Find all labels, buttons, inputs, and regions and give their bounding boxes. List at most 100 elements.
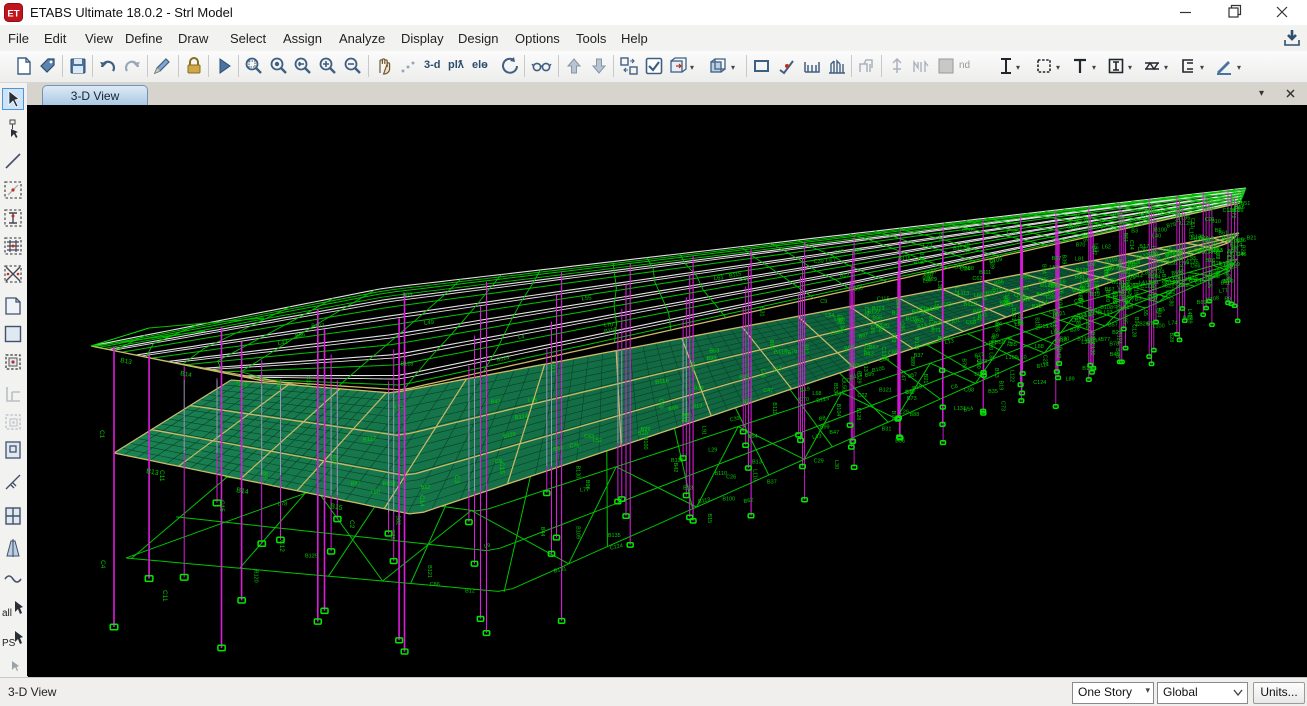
svg-text:B21: B21 xyxy=(937,232,943,242)
svg-text:L38: L38 xyxy=(936,281,942,290)
svg-text:B93: B93 xyxy=(707,356,717,362)
svg-text:B13: B13 xyxy=(693,404,703,410)
svg-text:L117: L117 xyxy=(549,361,555,373)
svg-text:B125: B125 xyxy=(1206,275,1212,288)
svg-text:C78: C78 xyxy=(389,530,395,540)
svg-text:C47: C47 xyxy=(763,388,773,394)
svg-text:B14: B14 xyxy=(1074,314,1085,322)
svg-text:B111: B111 xyxy=(979,270,991,276)
svg-text:C73: C73 xyxy=(1147,294,1157,300)
svg-text:C9: C9 xyxy=(495,459,502,465)
svg-text:L15: L15 xyxy=(395,405,404,411)
svg-text:B61: B61 xyxy=(1122,233,1128,243)
svg-text:L89: L89 xyxy=(1066,376,1075,382)
svg-text:C73: C73 xyxy=(1000,401,1006,411)
svg-text:C68: C68 xyxy=(966,320,976,326)
svg-text:L14: L14 xyxy=(1039,301,1048,307)
svg-text:B19: B19 xyxy=(1090,292,1100,298)
svg-text:L29: L29 xyxy=(900,409,909,415)
svg-text:L63: L63 xyxy=(1115,301,1121,310)
svg-text:C55: C55 xyxy=(863,307,869,317)
svg-text:C4: C4 xyxy=(1225,250,1231,257)
svg-text:B77: B77 xyxy=(1100,337,1110,343)
svg-text:L62: L62 xyxy=(1102,245,1111,251)
svg-text:L22: L22 xyxy=(1108,226,1117,232)
svg-text:B113: B113 xyxy=(671,458,683,464)
svg-text:L55: L55 xyxy=(581,295,592,302)
svg-text:ET: ET xyxy=(7,9,19,20)
svg-text:C15: C15 xyxy=(218,500,225,512)
svg-text:B126: B126 xyxy=(1076,268,1089,274)
svg-text:B128: B128 xyxy=(855,408,861,421)
svg-text:L40: L40 xyxy=(1152,233,1161,239)
svg-text:B89: B89 xyxy=(402,292,412,298)
svg-text:C21: C21 xyxy=(1164,283,1174,289)
svg-text:B9: B9 xyxy=(275,381,281,388)
svg-text:B12: B12 xyxy=(421,485,431,491)
svg-text:C124: C124 xyxy=(1033,380,1046,386)
svg-text:B129: B129 xyxy=(305,553,318,559)
svg-text:L73: L73 xyxy=(922,243,933,250)
svg-text:B118: B118 xyxy=(918,252,924,264)
svg-text:C115: C115 xyxy=(877,296,890,302)
svg-text:B85: B85 xyxy=(852,247,863,255)
svg-text:B94: B94 xyxy=(986,291,996,297)
svg-text:B51: B51 xyxy=(1118,217,1124,227)
svg-text:C82: C82 xyxy=(1165,290,1175,296)
svg-text:C70: C70 xyxy=(799,397,809,403)
svg-text:C14: C14 xyxy=(418,495,425,507)
svg-text:B111: B111 xyxy=(938,336,950,342)
svg-text:L99: L99 xyxy=(1178,266,1184,275)
svg-text:B28: B28 xyxy=(1168,333,1174,343)
svg-text:B79: B79 xyxy=(934,321,944,327)
svg-text:B12: B12 xyxy=(840,273,850,279)
svg-text:B15: B15 xyxy=(1212,261,1222,267)
svg-text:B70: B70 xyxy=(1076,243,1086,249)
svg-text:B85: B85 xyxy=(864,371,875,379)
svg-text:B67: B67 xyxy=(869,345,879,351)
svg-text:L50: L50 xyxy=(371,489,380,495)
svg-text:C4: C4 xyxy=(1208,206,1216,213)
svg-text:B19: B19 xyxy=(739,375,749,381)
svg-text:B12: B12 xyxy=(465,589,475,595)
svg-text:B14: B14 xyxy=(180,370,193,379)
svg-text:B121: B121 xyxy=(1010,308,1016,321)
svg-text:B78: B78 xyxy=(1213,269,1219,279)
svg-text:B47: B47 xyxy=(829,430,839,436)
svg-text:B100: B100 xyxy=(642,437,648,450)
svg-text:B47: B47 xyxy=(739,277,749,283)
svg-text:B100: B100 xyxy=(1154,227,1167,233)
svg-text:B13: B13 xyxy=(120,357,133,366)
svg-text:L77: L77 xyxy=(1214,250,1220,259)
svg-text:B11: B11 xyxy=(905,390,914,396)
svg-text:B82: B82 xyxy=(1179,283,1189,289)
svg-text:B21: B21 xyxy=(922,374,928,384)
svg-text:B88: B88 xyxy=(964,266,974,272)
svg-text:B106: B106 xyxy=(1034,317,1040,330)
svg-text:B34: B34 xyxy=(1155,210,1165,216)
svg-text:C1: C1 xyxy=(98,430,105,439)
svg-text:B19: B19 xyxy=(694,385,704,391)
svg-text:B15: B15 xyxy=(706,513,712,523)
svg-text:B96: B96 xyxy=(584,480,590,490)
svg-text:B101: B101 xyxy=(1227,239,1240,245)
svg-text:C47: C47 xyxy=(900,371,906,381)
svg-text:L9: L9 xyxy=(484,543,491,550)
svg-text:B78: B78 xyxy=(1166,222,1177,230)
svg-text:B76: B76 xyxy=(890,411,896,421)
svg-text:L52: L52 xyxy=(1087,261,1096,267)
svg-text:C60: C60 xyxy=(658,399,664,409)
svg-text:B53: B53 xyxy=(853,285,864,293)
svg-text:C129: C129 xyxy=(924,277,937,283)
svg-text:B85: B85 xyxy=(993,322,999,332)
svg-text:B56: B56 xyxy=(1167,261,1177,267)
svg-text:B43: B43 xyxy=(864,352,874,358)
svg-text:B53: B53 xyxy=(709,349,719,355)
svg-text:C11: C11 xyxy=(158,470,165,482)
svg-text:L80: L80 xyxy=(1084,319,1090,328)
svg-text:B90: B90 xyxy=(768,340,774,350)
svg-text:B82: B82 xyxy=(395,515,401,525)
svg-text:B17: B17 xyxy=(1175,251,1181,261)
svg-text:B13: B13 xyxy=(683,486,693,492)
svg-text:L49: L49 xyxy=(424,320,435,327)
